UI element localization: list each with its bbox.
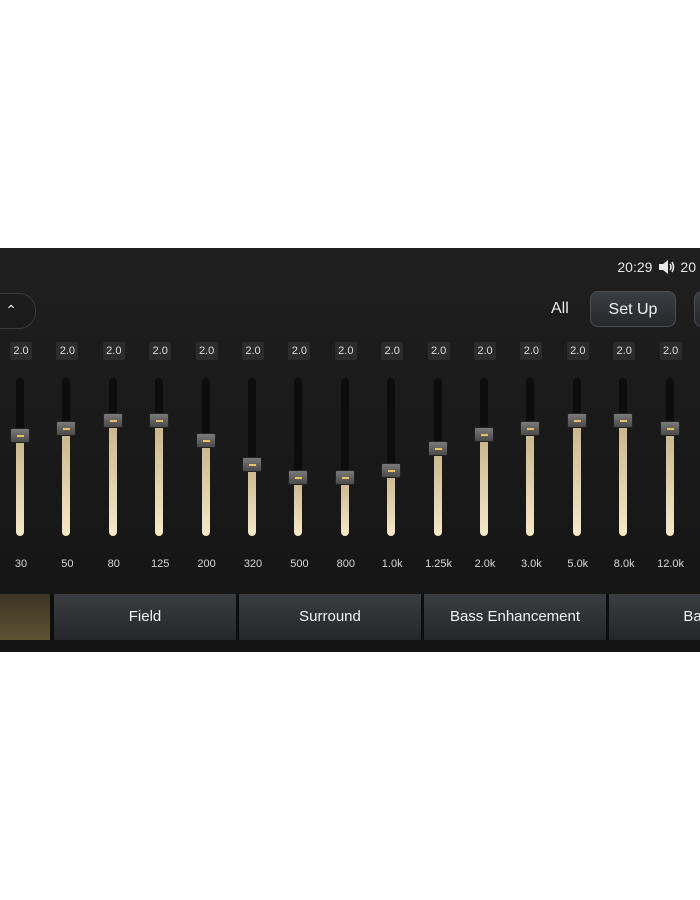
band-value: 2.0: [381, 342, 404, 360]
all-label[interactable]: All: [551, 300, 569, 318]
slider-track[interactable]: [155, 378, 164, 536]
slider-fill: [155, 421, 164, 536]
slider-thumb[interactable]: [334, 470, 355, 485]
band-value: 2.0: [474, 342, 496, 360]
eq-band: 2.0 1.25k: [419, 342, 459, 582]
band-value: 2.0: [520, 342, 543, 360]
volume-level: 20: [680, 259, 696, 275]
slider-track[interactable]: [62, 378, 71, 536]
tab-bass-enhancement[interactable]: Bass Enhancement: [424, 594, 606, 640]
eq-band: 2.0 12.0k: [651, 342, 691, 582]
tab-surround[interactable]: Surround: [239, 594, 421, 640]
slider-thumb[interactable]: [242, 457, 262, 472]
band-value: 2.0: [334, 342, 357, 360]
band-value: 2.0: [149, 342, 172, 360]
slider-track[interactable]: [480, 378, 488, 536]
equalizer-screen: 20:29 20 ⌃ All Set Up 2.0 30 2.0 50 2.0 80 2.0…: [0, 248, 700, 652]
eq-band: 2.0 200: [187, 342, 227, 582]
status-bar: 20:29 20: [617, 256, 696, 278]
tab-active[interactable]: [0, 594, 50, 640]
slider-fill: [248, 465, 256, 536]
slider-fill: [108, 421, 117, 536]
slider-track[interactable]: [387, 378, 396, 536]
slider-track[interactable]: [433, 378, 442, 536]
slider-thumb[interactable]: [195, 433, 216, 448]
eq-band: 2.0 3.0k: [511, 342, 551, 582]
slider-fill: [526, 429, 535, 536]
eq-band: 2.0 800: [326, 342, 366, 582]
eq-band: 2.0 320: [233, 342, 273, 582]
band-value: 2.0: [242, 342, 264, 360]
slider-fill: [433, 449, 442, 536]
slider-thumb[interactable]: [288, 470, 309, 485]
eq-band: 2.0 30: [1, 342, 41, 582]
slider-track[interactable]: [572, 378, 581, 536]
slider-track[interactable]: [526, 378, 535, 536]
slider-track[interactable]: [201, 378, 210, 536]
band-value: 2.0: [102, 342, 125, 360]
eq-band: 2.0 1.0k: [372, 342, 412, 582]
tab-field[interactable]: Field: [54, 594, 236, 640]
eq-band: 2.0 80: [94, 342, 134, 582]
slider-thumb[interactable]: [381, 463, 402, 478]
volume-icon[interactable]: [658, 259, 676, 275]
tab-bar: Field Surround Bass Enhancement Bass: [0, 594, 700, 640]
more-button[interactable]: [694, 291, 700, 327]
slider-fill: [619, 421, 628, 536]
slider-track[interactable]: [619, 378, 628, 536]
band-value: 2.0: [10, 342, 32, 360]
band-value: 2.0: [288, 342, 311, 360]
slider-track[interactable]: [108, 378, 117, 536]
slider-fill: [340, 478, 349, 536]
slider-thumb[interactable]: [659, 421, 680, 436]
band-value: 2.0: [566, 342, 589, 360]
slider-fill: [201, 441, 210, 536]
slider-fill: [294, 478, 303, 536]
slider-track[interactable]: [16, 378, 24, 536]
slider-thumb[interactable]: [56, 421, 77, 436]
clock: 20:29: [617, 259, 653, 275]
slider-fill: [387, 471, 396, 536]
slider-thumb[interactable]: [427, 441, 448, 456]
band-value: 2.0: [427, 342, 450, 360]
band-value: 2.0: [195, 342, 218, 360]
slider-thumb[interactable]: [613, 413, 634, 428]
slider-thumb[interactable]: [102, 413, 123, 428]
setup-button[interactable]: Set Up: [590, 291, 676, 327]
tab-bass[interactable]: Bass: [609, 594, 700, 640]
preset-dropdown[interactable]: ⌃: [0, 293, 36, 329]
eq-band: 2.0 500: [279, 342, 319, 582]
slider-track[interactable]: [340, 378, 349, 536]
eq-band: 2.0 2.0k: [465, 342, 505, 582]
slider-fill: [665, 429, 674, 536]
slider-fill: [572, 421, 581, 536]
slider-fill: [16, 436, 24, 536]
slider-thumb[interactable]: [474, 427, 494, 442]
slider-thumb[interactable]: [149, 413, 170, 428]
slider-thumb[interactable]: [566, 413, 587, 428]
slider-track[interactable]: [665, 378, 674, 536]
eq-band: 2.0 8.0k: [604, 342, 644, 582]
band-value: 2.0: [56, 342, 79, 360]
band-frequency: 12.0k: [657, 558, 685, 570]
slider-fill: [62, 429, 71, 536]
slider-thumb[interactable]: [10, 428, 30, 443]
band-value: 2.0: [659, 342, 682, 360]
slider-fill: [480, 435, 488, 536]
slider-thumb[interactable]: [520, 421, 541, 436]
slider-track[interactable]: [294, 378, 303, 536]
eq-band: 2.0 50: [47, 342, 87, 582]
band-value: 2.0: [613, 342, 636, 360]
eq-band: 2.0 125: [140, 342, 180, 582]
chevron-up-icon: ⌃: [5, 302, 17, 318]
eq-band: 2.0 5.0k: [558, 342, 598, 582]
